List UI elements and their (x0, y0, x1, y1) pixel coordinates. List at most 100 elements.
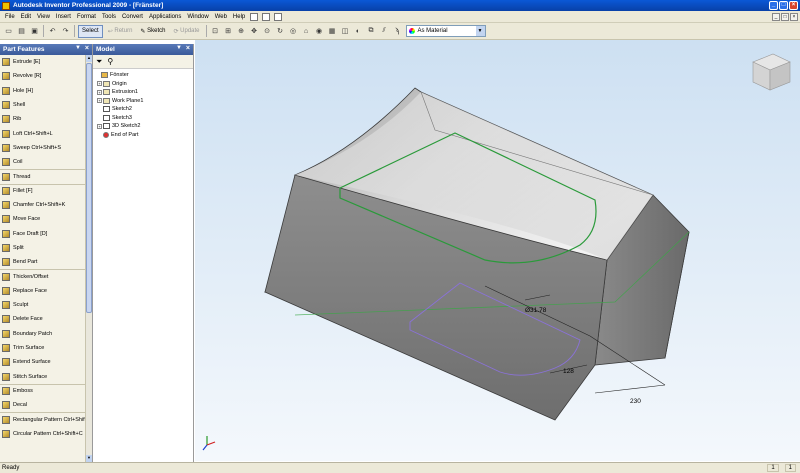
tree-node[interactable]: Sketch2 (95, 105, 191, 114)
new-file-icon[interactable]: ▭ (3, 26, 14, 37)
tree-node[interactable]: + Extrusion1 (95, 88, 191, 97)
feature-item[interactable]: Delete Face (0, 312, 85, 326)
feature-item[interactable]: Loft Ctrl+Shift+L (0, 126, 85, 140)
display-mode-icon[interactable]: ▦ (327, 26, 338, 37)
feature-item[interactable]: Coil (0, 155, 85, 169)
feature-item[interactable]: Sweep Ctrl+Shift+S (0, 141, 85, 155)
scroll-down-icon[interactable]: ▼ (86, 455, 92, 462)
panel-close-icon[interactable]: × (186, 45, 190, 52)
feature-item[interactable]: Decal (0, 398, 85, 412)
feature-item[interactable]: Hole [H] (0, 84, 85, 98)
analysis-icon[interactable]: ϡ (392, 26, 403, 37)
panel-menu-icon[interactable]: ▼ (176, 45, 182, 51)
panel-close-icon[interactable]: × (85, 45, 89, 52)
tree-node[interactable]: +3D Sketch2 (95, 122, 191, 131)
tree-node[interactable]: + Origin (95, 80, 191, 89)
look-at-icon[interactable]: ◎ (288, 26, 299, 37)
home-view-icon[interactable]: ⌂ (301, 26, 312, 37)
tree-node[interactable]: Sketch3 (95, 114, 191, 123)
section-view-icon[interactable]: ⧉ (366, 26, 377, 37)
tree-expander-icon[interactable]: + (97, 98, 102, 104)
pin-icon[interactable] (274, 12, 283, 21)
tree-expander-icon[interactable]: + (97, 81, 102, 87)
scroll-thumb[interactable] (86, 63, 92, 313)
open-file-icon[interactable]: ▤ (16, 26, 27, 37)
doc-restore-button[interactable]: □ (781, 13, 789, 21)
feature-item[interactable]: Split (0, 241, 85, 255)
help-topics-icon[interactable] (250, 12, 259, 21)
filter-icon[interactable]: ⏷ (96, 57, 102, 67)
pan-icon[interactable]: ✥ (249, 26, 260, 37)
feature-item[interactable]: Extend Surface (0, 355, 85, 369)
close-button[interactable]: × (789, 1, 798, 10)
tree-expander-icon[interactable]: + (97, 123, 102, 129)
view-cube[interactable] (752, 53, 791, 91)
feature-item[interactable]: Chamfer Ctrl+Shift+K (0, 198, 85, 212)
feature-item[interactable]: Move Face (0, 212, 85, 226)
dimension-230[interactable]: 230 (630, 398, 641, 405)
menu-insert[interactable]: Insert (53, 14, 74, 20)
dimension-diameter[interactable]: Ø31.78 (525, 307, 547, 314)
feature-item[interactable]: Emboss (0, 383, 85, 398)
tree-node[interactable]: + Work Plane1 (95, 97, 191, 106)
zoom-all-icon[interactable]: ⊡ (210, 26, 221, 37)
menu-window[interactable]: Window (184, 14, 211, 20)
menu-tools[interactable]: Tools (99, 14, 119, 20)
maximize-button[interactable]: □ (779, 1, 788, 10)
tree-node[interactable]: Fönster (95, 71, 191, 80)
feature-item[interactable]: Rib (0, 112, 85, 126)
update-button[interactable]: ⟳ Update (170, 25, 202, 38)
menu-web[interactable]: Web (212, 14, 230, 20)
zoom-window-icon[interactable]: ⊞ (223, 26, 234, 37)
menu-file[interactable]: File (2, 14, 18, 20)
material-select[interactable]: As Material ▼ (405, 25, 486, 37)
scroll-up-icon[interactable]: ▲ (86, 55, 92, 62)
feature-item[interactable]: Thread (0, 169, 85, 183)
zoom-selected-icon[interactable]: ⊙ (262, 26, 273, 37)
feature-item[interactable]: Circular Pattern Ctrl+Shift+C (0, 427, 85, 441)
feature-item[interactable]: Extrude [E] (0, 55, 85, 69)
feature-item[interactable]: Bend Part (0, 255, 85, 269)
menu-applications[interactable]: Applications (146, 14, 184, 20)
menu-convert[interactable]: Convert (119, 14, 146, 20)
feature-item[interactable]: Shell (0, 98, 85, 112)
rotate-icon[interactable]: ↻ (275, 26, 286, 37)
feature-item[interactable]: Fillet [F] (0, 183, 85, 198)
redo-icon[interactable]: ↷ (60, 26, 71, 37)
save-icon[interactable]: ▣ (29, 26, 40, 37)
doc-minimize-button[interactable]: _ (772, 13, 780, 21)
graphics-viewport[interactable]: Ø31.78 128 230 (195, 40, 800, 461)
model-canvas[interactable]: Ø31.78 128 230 (195, 40, 800, 461)
camera-icon[interactable]: ◫ (340, 26, 351, 37)
sketch-button[interactable]: ✎ Sketch (137, 25, 168, 38)
menu-view[interactable]: View (34, 14, 53, 20)
feature-item[interactable]: Revolve [R] (0, 69, 85, 83)
undo-icon[interactable]: ↶ (47, 26, 58, 37)
menu-edit[interactable]: Edit (18, 14, 34, 20)
design-assistant-icon[interactable] (262, 12, 271, 21)
find-icon[interactable]: ⚲ (107, 57, 113, 66)
slice-icon[interactable]: ⫽ (379, 26, 390, 37)
select-button[interactable]: Select (78, 24, 103, 38)
feature-item[interactable]: Sculpt (0, 298, 85, 312)
feature-item[interactable]: Thicken/Offset (0, 269, 85, 283)
feature-item[interactable]: Boundary Patch (0, 327, 85, 341)
tree-node[interactable]: End of Part (95, 131, 191, 140)
dimension-128[interactable]: 128 (563, 368, 574, 375)
features-scrollbar[interactable]: ▲ ▼ (85, 55, 92, 462)
feature-item[interactable]: Rectangular Pattern Ctrl+Shift+N (0, 412, 92, 426)
zoom-icon[interactable]: ⊕ (236, 26, 247, 37)
feature-item[interactable]: Replace Face (0, 284, 85, 298)
return-button[interactable]: ↩ Return (105, 25, 136, 38)
feature-item[interactable]: Face Draft [D] (0, 227, 85, 241)
menu-format[interactable]: Format (74, 14, 99, 20)
shadow-icon[interactable]: ◐ (353, 26, 364, 37)
feature-item[interactable]: Stitch Surface (0, 370, 85, 384)
feature-item[interactable]: Trim Surface (0, 341, 85, 355)
panel-menu-icon[interactable]: ▼ (75, 45, 81, 51)
doc-close-button[interactable]: × (790, 13, 798, 21)
dropdown-arrow-icon[interactable]: ▼ (475, 26, 485, 36)
shaded-display-icon[interactable]: ◉ (314, 26, 325, 37)
minimize-button[interactable]: _ (769, 1, 778, 10)
tree-expander-icon[interactable]: + (97, 89, 102, 95)
